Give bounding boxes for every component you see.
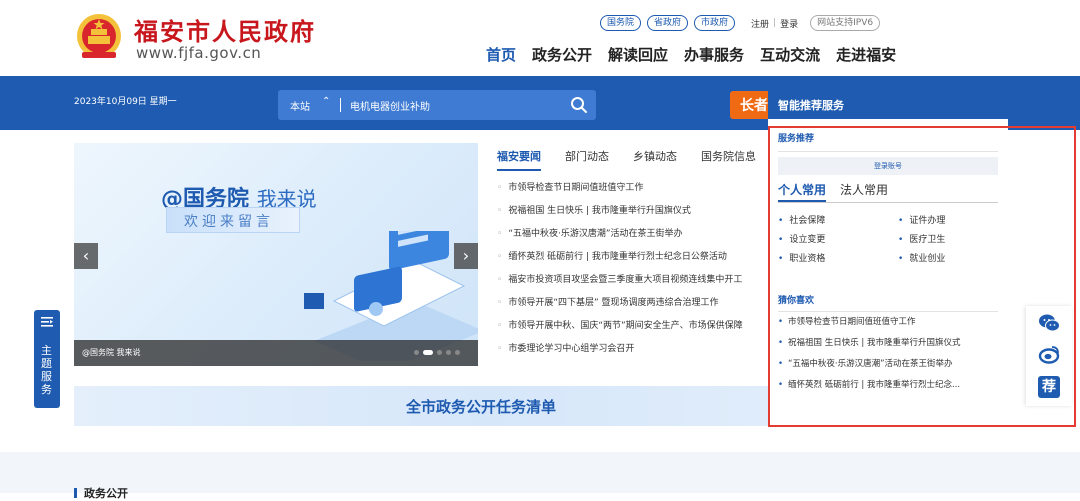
nav-gov-affairs[interactable]: 政务公开: [532, 44, 592, 65]
site-header: 福安市人民政府 www.fjfa.gov.cn 国务院 省政府 市政府 注册 |…: [0, 0, 1080, 76]
search-scope-select[interactable]: 本站: [290, 98, 310, 113]
news-tabs: 福安要闻 部门动态 乡镇动态 国务院信息: [497, 148, 780, 171]
section-title-marker: [74, 488, 77, 498]
news-item-text[interactable]: 福安市投资项目攻坚会暨三季度重大项目视频连线集中开工: [508, 275, 742, 285]
gov-affairs-section: [0, 452, 1080, 493]
nav-home[interactable]: 首页: [486, 44, 516, 65]
top-link-separator: |: [773, 18, 777, 28]
bullet: ◦: [497, 183, 503, 193]
news-list: ◦ 市领导检查节日期间值班值守工作 ◦ 祝福祖国 生日快乐 | 我市隆重举行升国旗仪…: [497, 180, 772, 364]
news-carousel[interactable]: @国务院 我来说 欢迎来留言 ‹ › @国务院 我来说: [74, 143, 478, 366]
ipv6-badge: 网站支持IPV6: [810, 15, 881, 31]
slide-dot[interactable]: [455, 350, 460, 355]
bullet: ◦: [497, 206, 503, 216]
news-item-text[interactable]: 缅怀英烈 砥砺前行 | 我市隆重举行烈士纪念日公祭活动: [508, 252, 727, 262]
caret-icon[interactable]: ⌃: [322, 96, 330, 107]
slide-dot[interactable]: [437, 350, 442, 355]
tab-department-news[interactable]: 部门动态: [565, 148, 609, 171]
slide-subtitle: 欢迎来留言: [184, 214, 274, 230]
slide-dots: [414, 350, 464, 355]
bullet: ◦: [497, 344, 503, 354]
slide-caption-bar: @国务院 我来说: [74, 340, 478, 366]
link-provincial-gov[interactable]: 省政府: [647, 15, 689, 31]
theme-service-label: 主题服务: [41, 344, 52, 396]
floating-toolbar: 荐: [1026, 306, 1072, 406]
task-list-title[interactable]: 全市政务公开任务清单: [406, 396, 556, 417]
bullet: ◦: [497, 252, 503, 262]
site-url: www.fjfa.gov.cn: [136, 44, 262, 62]
bullet: ◦: [497, 321, 503, 331]
chevron-right-icon[interactable]: ›: [454, 243, 478, 269]
recommend-header-title: 智能推荐服务: [778, 99, 844, 112]
slide-dot[interactable]: [414, 350, 419, 355]
current-date: 2023年10月09日 星期一: [74, 97, 177, 107]
news-item-text[interactable]: 祝福祖国 生日快乐 | 我市隆重举行升国旗仪式: [508, 206, 691, 216]
news-item[interactable]: ◦ “五福中秋夜·乐游汉唐潮”活动在茶王街举办: [497, 226, 772, 249]
news-item[interactable]: ◦ 市委理论学习中心组学习会召开: [497, 341, 772, 364]
news-item[interactable]: ◦ 福安市投资项目攻坚会暨三季度重大项目视频连线集中开工: [497, 272, 772, 295]
theme-service-tab[interactable]: 主题服务: [34, 310, 60, 408]
login-link[interactable]: 登录: [780, 17, 798, 30]
site-title[interactable]: 福安市人民政府: [134, 12, 316, 47]
nav-services[interactable]: 办事服务: [684, 44, 744, 65]
slide-caption[interactable]: @国务院 我来说: [82, 347, 141, 358]
section-title: 政务公开: [84, 487, 128, 500]
search-input[interactable]: [350, 90, 550, 120]
tab-fuan-news[interactable]: 福安要闻: [497, 148, 541, 171]
news-item-text[interactable]: 市领导检查节日期间值班值守工作: [508, 183, 643, 193]
tab-state-council-info[interactable]: 国务院信息: [701, 148, 756, 171]
link-state-council[interactable]: 国务院: [600, 15, 642, 31]
link-city-gov[interactable]: 市政府: [694, 15, 736, 31]
bullet: ◦: [497, 275, 503, 285]
nav-about-fuan[interactable]: 走进福安: [836, 44, 896, 65]
news-item[interactable]: ◦ 祝福祖国 生日快乐 | 我市隆重举行升国旗仪式: [497, 203, 772, 226]
news-item-text[interactable]: “五福中秋夜·乐游汉唐潮”活动在茶王街举办: [508, 229, 682, 239]
news-item-text[interactable]: 市领导开展“四下基层” 暨现场调度两违综合治理工作: [508, 298, 718, 308]
recommend-header: 智能推荐服务: [768, 91, 1008, 119]
search-box: 本站 ⌃: [278, 90, 596, 120]
news-item-text[interactable]: 市委理论学习中心组学习会召开: [508, 344, 634, 354]
bullet: ◦: [497, 298, 503, 308]
nav-interpretation[interactable]: 解读回应: [608, 44, 668, 65]
top-links: 国务院 省政府 市政府 注册 | 登录 网站支持IPV6: [600, 14, 881, 32]
bullet: ◦: [497, 229, 503, 239]
tab-township-news[interactable]: 乡镇动态: [633, 148, 677, 171]
news-item[interactable]: ◦ 市领导检查节日期间值班值守工作: [497, 180, 772, 203]
register-link[interactable]: 注册: [751, 17, 769, 30]
search-divider: [340, 98, 341, 112]
menu-icon: [41, 317, 53, 327]
news-item-text[interactable]: 市领导开展中秋、国庆“两节”期间安全生产、市场保供保障: [508, 321, 742, 331]
weibo-icon[interactable]: [1038, 344, 1060, 366]
news-item[interactable]: ◦ 缅怀英烈 砥砺前行 | 我市隆重举行烈士纪念日公祭活动: [497, 249, 772, 272]
news-item[interactable]: ◦ 市领导开展“四下基层” 暨现场调度两违综合治理工作: [497, 295, 772, 318]
wechat-icon[interactable]: [1038, 312, 1060, 334]
elder-mode-button[interactable]: 长者: [730, 91, 770, 119]
search-icon[interactable]: [570, 96, 588, 114]
emblem-icon[interactable]: [74, 12, 124, 62]
chevron-left-icon[interactable]: ‹: [74, 243, 98, 269]
slide-dot[interactable]: [446, 350, 451, 355]
slide-dot-active[interactable]: [423, 350, 433, 355]
nav-interaction[interactable]: 互动交流: [760, 44, 820, 65]
news-item[interactable]: ◦ 市领导开展中秋、国庆“两节”期间安全生产、市场保供保障: [497, 318, 772, 341]
recommend-icon[interactable]: 荐: [1038, 376, 1060, 398]
main-nav: 首页 政务公开 解读回应 办事服务 互动交流 走进福安: [486, 44, 912, 65]
